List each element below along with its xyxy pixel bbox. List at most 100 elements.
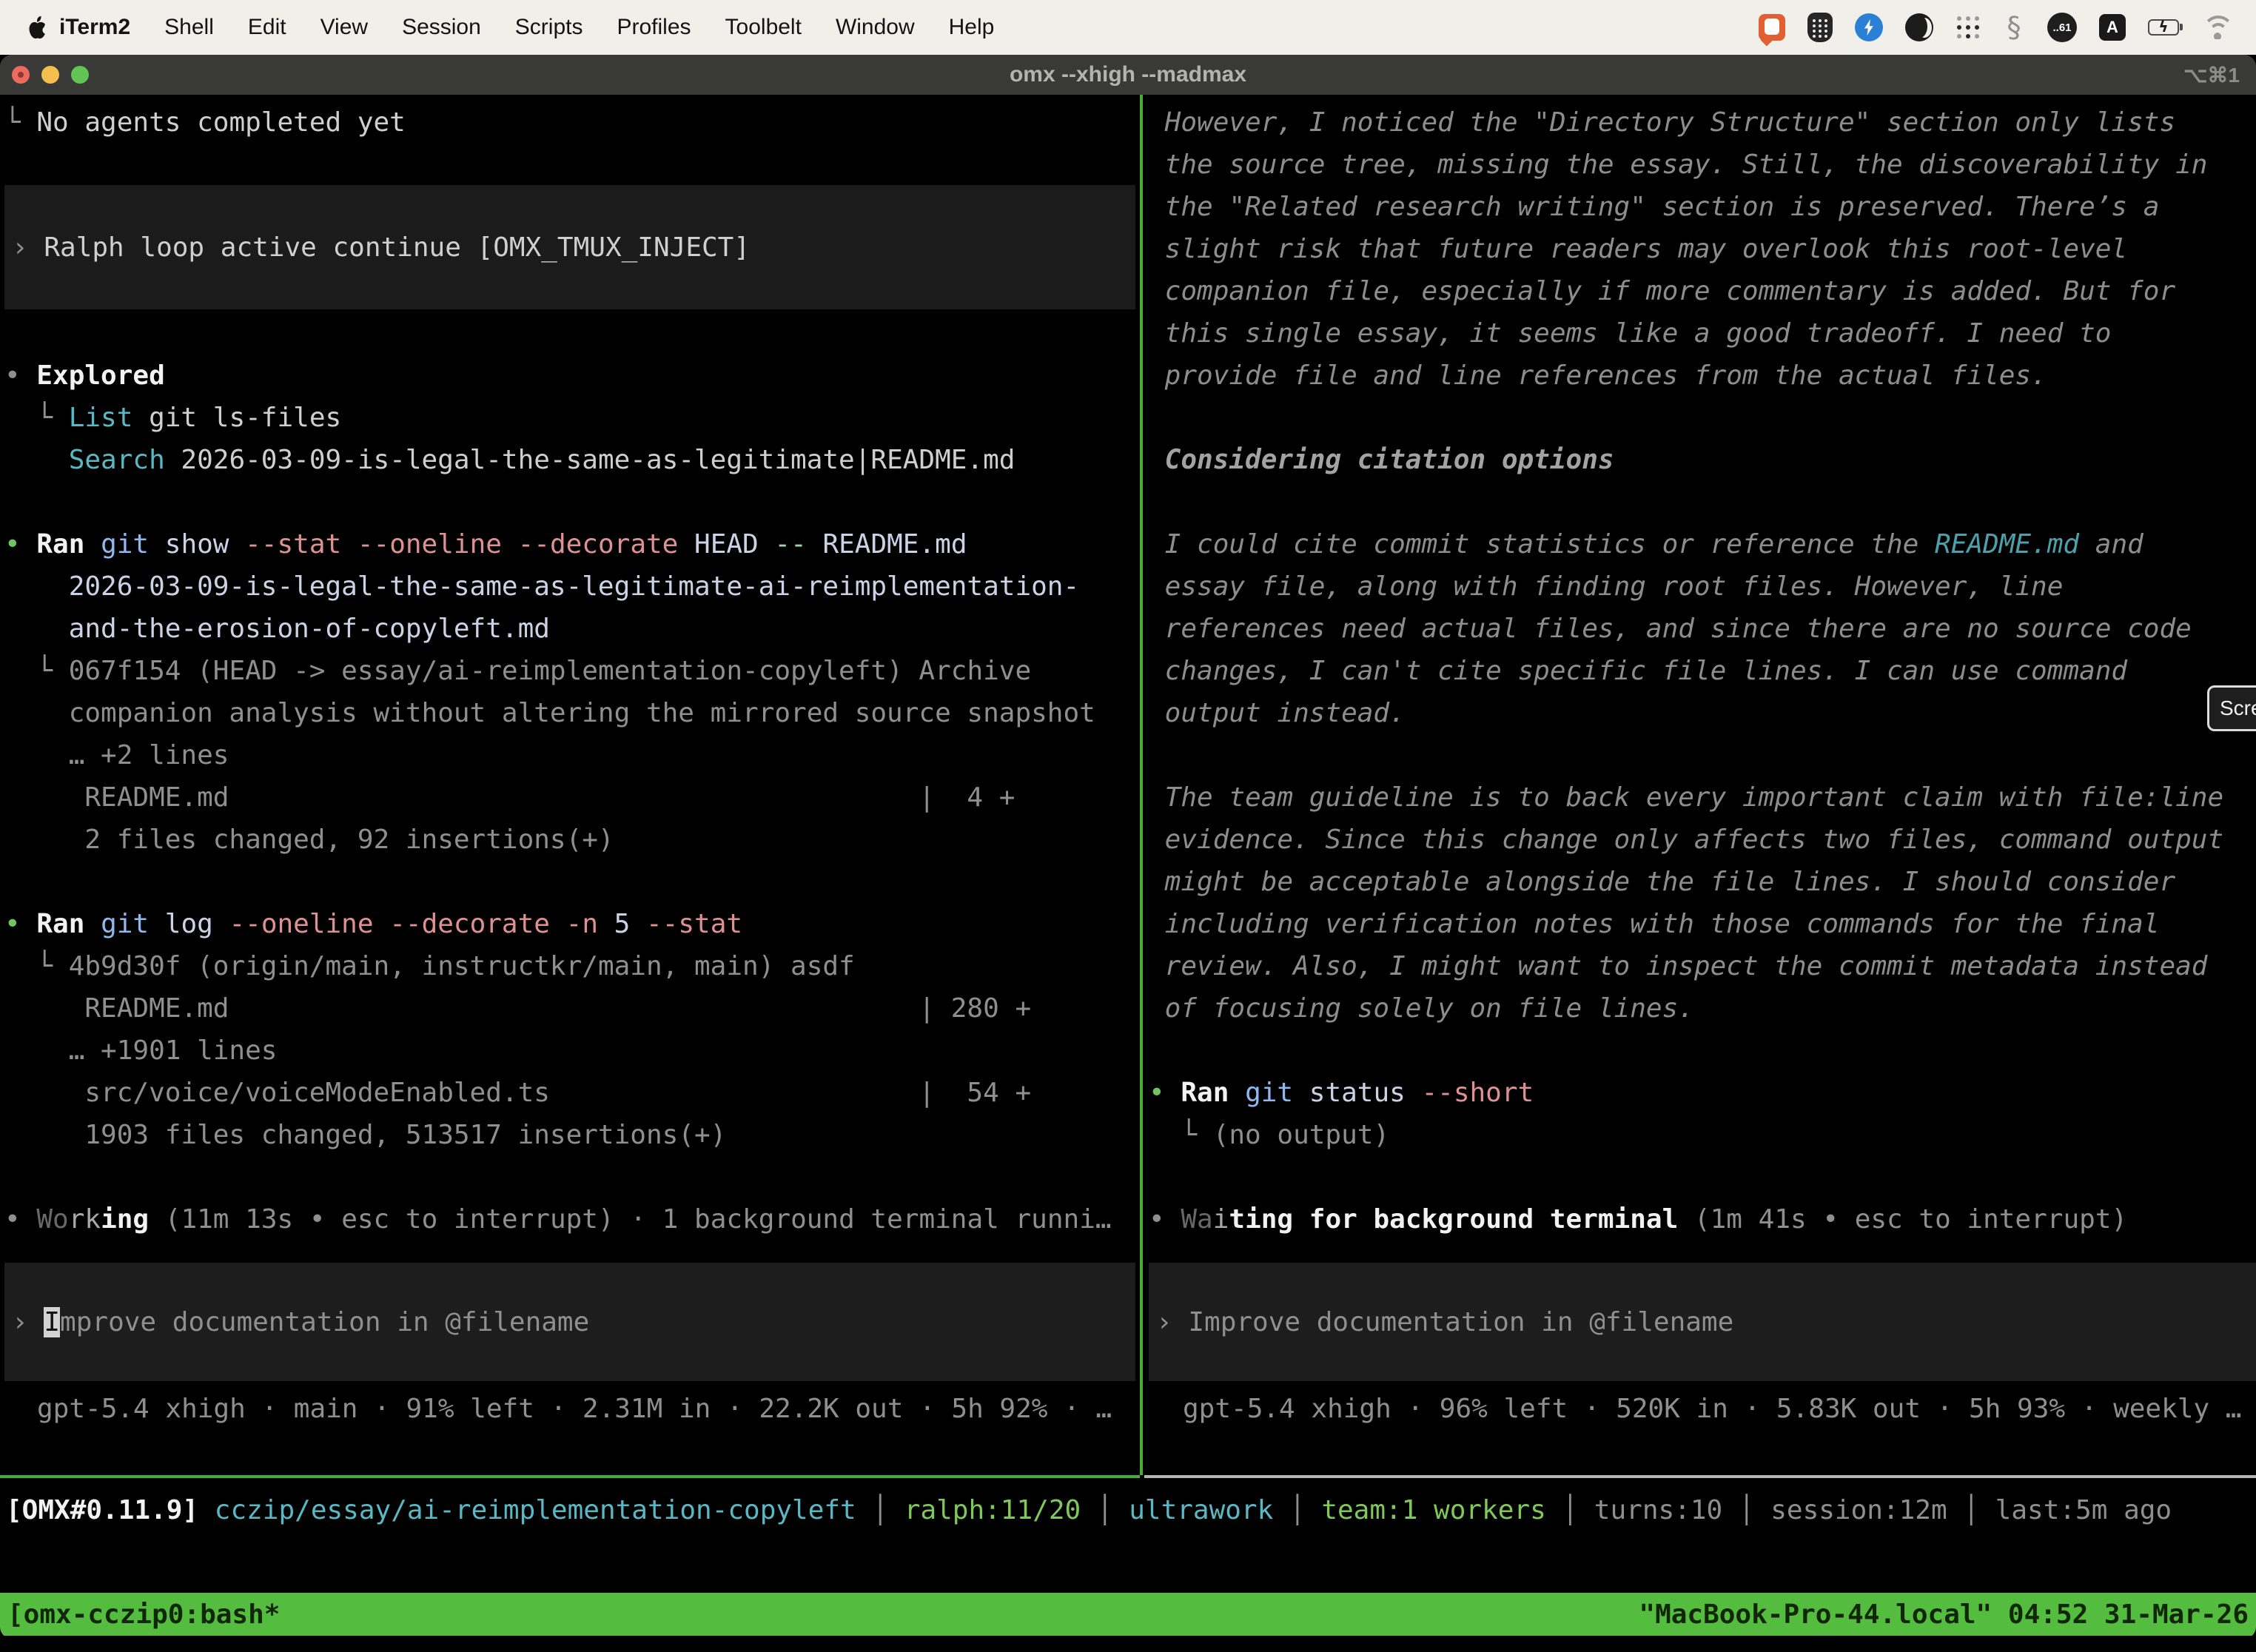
menu-item-help[interactable]: Help (949, 15, 995, 40)
terminal-line: • Waiting for background terminal (1m 41… (1149, 1198, 2256, 1240)
text-segment: --short (1421, 1078, 1534, 1108)
traffic-lights (12, 66, 89, 84)
text-segment: Wo (36, 1204, 68, 1235)
menubar-status-icons: ..61 A (1759, 11, 2234, 44)
menu-item-toolbelt[interactable]: Toolbelt (725, 15, 802, 40)
menu-item-iterm2[interactable]: iTerm2 (59, 15, 130, 40)
shield-grid-icon[interactable] (1807, 13, 1833, 42)
menu-items: iTerm2 Shell Edit View Session Scripts Profile… (59, 15, 994, 40)
terminal-line: of focusing solely on file lines. (1149, 987, 2256, 1030)
battery-charging-icon[interactable] (2148, 19, 2179, 36)
text-segment: No agents completed yet (36, 107, 406, 138)
terminal-line: 2 files changed, 92 insertions(+) (4, 819, 1140, 861)
screenshot-tool-icon[interactable] (1759, 14, 1785, 41)
left-terminal-pane[interactable]: └ No agents completed yet › Ralph loop a… (0, 95, 1140, 1475)
right-model-status-line: gpt-5.4 xhigh · 96% left · 520K in · 5.8… (1183, 1388, 2256, 1430)
text-segment: │ (856, 1495, 904, 1525)
text-segment: -n (566, 909, 614, 939)
terminal-line: However, I noticed the "Directory Struct… (1149, 101, 2256, 144)
text-segment: README.md (822, 529, 967, 560)
text-segment: [OMX#0.11.9] (6, 1495, 198, 1525)
text-segment: › (12, 232, 44, 263)
input-source-icon[interactable]: A (2099, 14, 2126, 41)
text-segment: › (1156, 1307, 1188, 1337)
right-terminal-pane[interactable]: However, I noticed the "Directory Struct… (1146, 95, 2256, 1475)
terminal-line (1149, 481, 2256, 523)
menu-item-view[interactable]: View (320, 15, 368, 40)
text-segment: git ls-files (132, 403, 341, 433)
menu-item-shell[interactable]: Shell (164, 15, 214, 40)
right-prompt-input[interactable]: › Improve documentation in @filename (1149, 1263, 2256, 1381)
zoom-button[interactable] (71, 66, 89, 84)
text-segment: git (101, 909, 165, 939)
text-segment: last:5m ago (1995, 1495, 2172, 1525)
omx-status-bar: [OMX#0.11.9] cczip/essay/ai-reimplementa… (6, 1489, 2256, 1531)
text-segment: --decorate (389, 909, 565, 939)
tmux-host-clock: "MacBook-Pro-44.local" 04:52 31-Mar-26 (1639, 1599, 2249, 1630)
terminal-line: └ 4b9d30f (origin/main, instructkr/main,… (4, 945, 1140, 987)
text-segment: changes, I can't cite specific file line… (1149, 656, 2127, 686)
text-segment: --oneline (229, 909, 389, 939)
text-segment: ing (101, 1204, 149, 1235)
menu-item-profiles[interactable]: Profiles (617, 15, 691, 40)
left-prompt-input[interactable]: › Improve documentation in @filename (4, 1263, 1135, 1381)
text-segment: HEAD (694, 529, 774, 560)
menu-item-edit[interactable]: Edit (248, 15, 286, 40)
signal-badge-icon[interactable] (1855, 13, 1883, 41)
terminal-line (1149, 397, 2256, 439)
text-segment: I (44, 1307, 60, 1337)
terminal-line: • Ran git status --short (1149, 1072, 2256, 1114)
menu-item-scripts[interactable]: Scripts (515, 15, 583, 40)
iterm2-window: omx --xhigh --madmax ⌥⌘1 └ No agents com… (0, 55, 2256, 1639)
menu-item-window[interactable]: Window (836, 15, 915, 40)
close-button[interactable] (12, 66, 30, 84)
text-segment: Ran (36, 909, 101, 939)
text-segment: └ (4, 403, 69, 433)
text-segment: └ (1149, 1120, 1213, 1150)
text-segment: and (2079, 529, 2143, 560)
screen-tooltip[interactable]: Scre (2207, 685, 2256, 731)
text-segment: Search (69, 445, 165, 475)
text-segment: │ (1947, 1495, 1995, 1525)
wifi-icon[interactable] (2201, 16, 2234, 39)
left-output-top: └ No agents completed yet (4, 101, 1140, 186)
text-segment: • (1149, 1078, 1181, 1108)
text-segment: … +1901 lines (4, 1035, 277, 1066)
terminal-line: the source tree, missing the essay. Stil… (1149, 144, 2256, 186)
battery-61-badge-icon[interactable]: ..61 (2047, 13, 2077, 42)
dots-grid-icon[interactable] (1955, 15, 1981, 40)
text-segment: Considering citation options (1149, 445, 1614, 475)
text-segment: rk (69, 1204, 101, 1235)
screen-tooltip-label: Scre (2220, 696, 2256, 720)
text-segment: └ (4, 656, 69, 686)
terminal-line (4, 1156, 1140, 1198)
text-segment: -- (774, 529, 822, 560)
menu-item-session[interactable]: Session (402, 15, 481, 40)
terminal-line: changes, I can't cite specific file line… (1149, 650, 2256, 692)
text-segment: … +2 lines (4, 740, 229, 770)
text-segment: provide file and line references from th… (1149, 360, 2047, 391)
terminal-line: this single essay, it seems like a good … (1149, 312, 2256, 355)
text-segment: │ (1722, 1495, 1770, 1525)
left-output-main: • Explored └ List git ls-files Search 20… (4, 312, 1140, 1240)
minimize-button[interactable] (41, 66, 59, 84)
pane-divider[interactable] (1140, 95, 1143, 1475)
text-segment: • (4, 360, 36, 391)
pie-chart-icon[interactable] (1905, 13, 1933, 41)
window-titlebar[interactable]: omx --xhigh --madmax ⌥⌘1 (0, 55, 2256, 95)
terminal-line: … +2 lines (4, 734, 1140, 776)
text-segment: • (1149, 1204, 1181, 1235)
figure-icon[interactable] (2003, 11, 2025, 44)
terminal-line: └ (no output) (1149, 1114, 2256, 1156)
terminal-line: output instead. (1149, 692, 2256, 734)
apple-icon[interactable] (27, 15, 49, 40)
text-segment: Ralph loop active continue [OMX_TMUX_INJ… (44, 232, 750, 263)
text-segment: of focusing solely on file lines. (1149, 993, 1694, 1024)
terminal-line: … +1901 lines (4, 1030, 1140, 1072)
text-segment: 067f154 (HEAD -> essay/ai-reimplementati… (69, 656, 1031, 686)
text-segment: (1m 41s • esc to interrupt) (1678, 1204, 2127, 1235)
terminal-line (1149, 734, 2256, 776)
terminal-line: I could cite commit statistics or refere… (1149, 523, 2256, 565)
menu-bar: iTerm2 Shell Edit View Session Scripts Profile… (0, 0, 2256, 55)
terminal-line (4, 312, 1140, 355)
